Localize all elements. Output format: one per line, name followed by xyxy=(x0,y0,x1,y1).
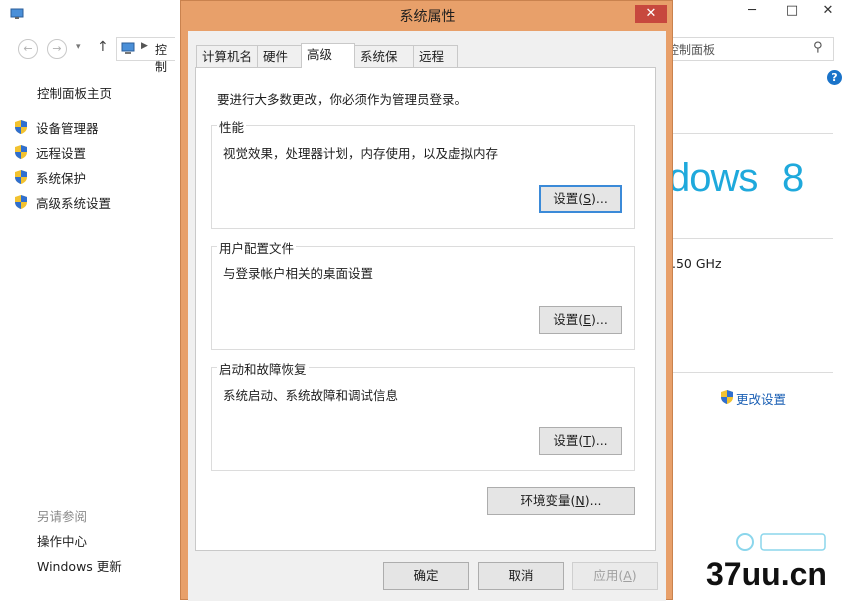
button-text: 环境变量( xyxy=(520,493,576,508)
search-icon[interactable]: ⚲ xyxy=(813,40,823,55)
button-text: 设置( xyxy=(553,312,584,327)
button-text: 取消 xyxy=(508,568,534,583)
shield-icon xyxy=(14,144,28,160)
button-text: 设置( xyxy=(553,433,584,448)
up-icon[interactable]: ↑ xyxy=(97,39,109,55)
sidebar-item-device-manager[interactable]: 设备管理器 xyxy=(14,118,99,136)
startup-recovery-description: 系统启动、系统故障和调试信息 xyxy=(223,388,399,403)
tab-advanced[interactable]: 高级 xyxy=(301,43,355,68)
see-also-heading: 另请参阅 xyxy=(37,509,88,524)
close-button[interactable]: ✕ xyxy=(811,0,845,22)
startup-recovery-group-title: 启动和故障恢复 xyxy=(217,359,309,378)
control-panel-icon xyxy=(121,41,135,55)
windows-logo-number: 8 xyxy=(782,156,805,200)
performance-settings-button[interactable]: 设置(S)... xyxy=(539,185,622,213)
search-placeholder: 控制面板 xyxy=(667,43,716,57)
tab-computer-name[interactable]: 计算机名 xyxy=(196,45,258,67)
dialog-title: 系统属性 xyxy=(399,9,456,25)
button-access-key: E xyxy=(583,312,591,327)
shield-icon xyxy=(720,389,734,405)
user-profiles-group xyxy=(211,246,635,350)
chevron-down-icon[interactable]: ▾ xyxy=(76,42,81,52)
tab-hardware[interactable]: 硬件 xyxy=(257,45,302,67)
sidebar-item-system-protection[interactable]: 系统保护 xyxy=(14,168,86,186)
sidebar-item-label: 远程设置 xyxy=(36,145,87,161)
maximize-button[interactable]: □ xyxy=(775,0,809,22)
shield-icon xyxy=(14,194,28,210)
address-bar[interactable]: ▶ 控制 xyxy=(116,37,175,74)
breadcrumb[interactable]: 控制 xyxy=(155,41,175,75)
startup-recovery-settings-button[interactable]: 设置(T)... xyxy=(539,427,622,455)
button-text: 应用( xyxy=(593,568,624,583)
startup-recovery-group xyxy=(211,367,635,471)
sidebar-item-label: 系统保护 xyxy=(36,170,87,186)
tab-label: 计算机名 xyxy=(202,49,253,64)
tab-label: 高级 xyxy=(307,47,333,62)
button-text: ) xyxy=(631,568,637,583)
button-access-key: S xyxy=(583,191,592,206)
action-center-link[interactable]: 操作中心 xyxy=(37,531,87,550)
button-text: 确定 xyxy=(413,568,439,583)
button-access-key: T xyxy=(583,433,591,448)
shield-icon xyxy=(14,119,28,135)
minimize-button[interactable]: ─ xyxy=(735,0,769,22)
button-access-key: N xyxy=(575,493,585,508)
shield-icon xyxy=(14,169,28,185)
computer-icon xyxy=(10,8,24,20)
performance-group xyxy=(211,125,635,229)
forward-icon[interactable]: → xyxy=(47,39,67,59)
user-profiles-description: 与登录帐户相关的桌面设置 xyxy=(223,266,374,281)
advanced-tab-panel: 要进行大多数更改，你必须作为管理员登录。 性能 视觉效果，处理器计划，内存使用，… xyxy=(195,67,656,551)
ok-button[interactable]: 确定 xyxy=(383,562,469,590)
button-access-key: A xyxy=(623,568,632,583)
tab-system-protection[interactable]: 系统保护 xyxy=(354,45,414,86)
back-icon[interactable]: ← xyxy=(18,39,38,59)
tab-remote[interactable]: 远程 xyxy=(413,45,458,67)
button-text: )... xyxy=(591,312,608,327)
divider xyxy=(673,238,833,239)
environment-variables-button[interactable]: 环境变量(N)... xyxy=(487,487,635,515)
performance-group-title: 性能 xyxy=(217,117,247,136)
help-icon[interactable]: ? xyxy=(827,70,842,85)
watermark-text: 37uu.cn xyxy=(706,556,827,592)
button-text: 设置( xyxy=(553,191,584,206)
windows-update-link[interactable]: Windows 更新 xyxy=(37,556,122,575)
breadcrumb-separator-icon: ▶ xyxy=(141,41,148,51)
sidebar-item-label: 高级系统设置 xyxy=(36,195,112,211)
performance-description: 视觉效果，处理器计划，内存使用，以及虚拟内存 xyxy=(223,146,499,161)
button-text: )... xyxy=(591,191,608,206)
button-text: )... xyxy=(584,493,602,508)
sidebar-item-label: 设备管理器 xyxy=(36,120,99,136)
change-settings-link[interactable]: 更改设置 xyxy=(736,389,786,408)
tab-label: 硬件 xyxy=(263,49,289,64)
divider xyxy=(673,133,833,134)
sidebar-item-remote-settings[interactable]: 远程设置 xyxy=(14,143,86,161)
windows-logo-text: dows xyxy=(668,156,758,200)
button-text: )... xyxy=(590,433,608,448)
search-input[interactable]: 控制面板 ⚲ xyxy=(662,37,834,61)
watermark-logo xyxy=(735,528,831,558)
user-profiles-group-title: 用户配置文件 xyxy=(217,238,297,257)
cancel-button[interactable]: 取消 xyxy=(478,562,564,590)
tab-label: 远程 xyxy=(419,49,445,64)
close-icon[interactable]: ✕ xyxy=(635,5,667,23)
user-profiles-settings-button[interactable]: 设置(E)... xyxy=(539,306,622,334)
admin-notice: 要进行大多数更改，你必须作为管理员登录。 xyxy=(217,92,468,107)
control-panel-home-link[interactable]: 控制面板主页 xyxy=(37,83,112,102)
divider xyxy=(673,372,833,373)
processor-speed: .50 GHz xyxy=(672,256,722,271)
sidebar-item-advanced-settings[interactable]: 高级系统设置 xyxy=(14,193,111,211)
apply-button[interactable]: 应用(A) xyxy=(572,562,658,590)
